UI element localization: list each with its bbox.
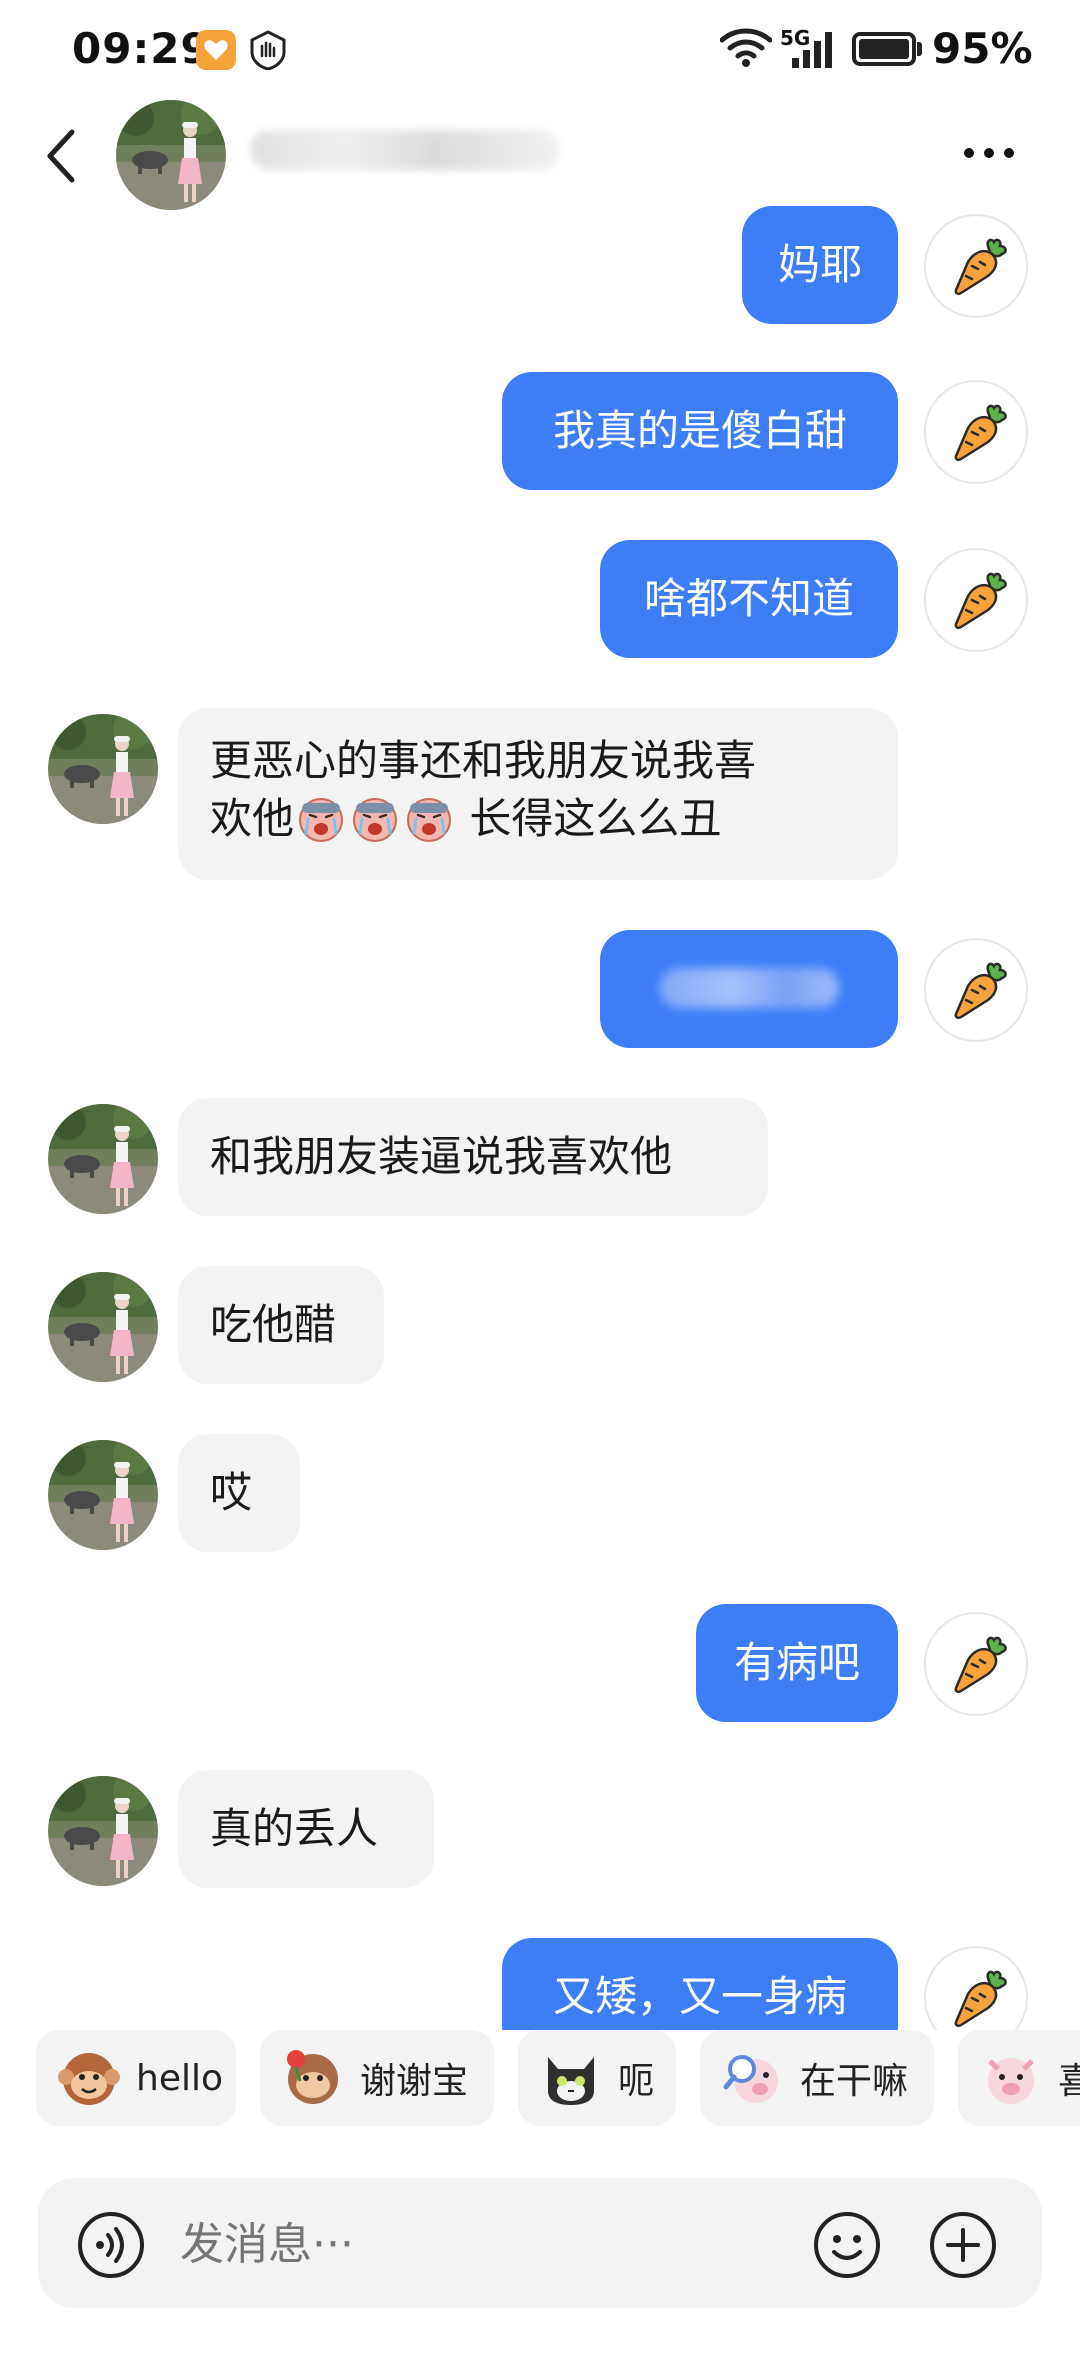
my-avatar-carrot-icon[interactable]: [924, 214, 1028, 318]
crying-emoji-icon: [350, 793, 400, 843]
contact-name-blurred[interactable]: [250, 130, 560, 170]
status-bar: 09:29 5G 95%: [0, 0, 1080, 100]
battery-percentage: 95%: [932, 24, 1033, 73]
contact-avatar[interactable]: [48, 714, 158, 824]
signal-icon: [790, 30, 836, 74]
crying-emoji-icon: [296, 793, 346, 843]
more-options-icon[interactable]: [964, 148, 1014, 158]
app-notification-icon: [196, 30, 236, 70]
hand-shield-icon: [248, 30, 288, 71]
my-avatar-carrot-icon[interactable]: [924, 938, 1028, 1042]
message-incoming[interactable]: 和我朋友装逼说我喜欢他: [178, 1098, 768, 1216]
message-outgoing[interactable]: 妈耶: [742, 206, 898, 324]
message-outgoing[interactable]: 啥都不知道: [600, 540, 898, 658]
voice-input-icon[interactable]: [76, 2210, 146, 2284]
quick-reply-what-doing[interactable]: 在干嘛: [700, 2030, 934, 2126]
message-outgoing[interactable]: 我真的是傻白甜: [502, 372, 898, 490]
contact-avatar[interactable]: [48, 1104, 158, 1214]
chat-header: [0, 100, 1080, 220]
message-outgoing-blurred[interactable]: [600, 930, 898, 1048]
quick-reply-like[interactable]: 喜: [958, 2030, 1080, 2126]
quick-reply-thanks[interactable]: 谢谢宝: [260, 2030, 494, 2126]
message-incoming[interactable]: 吃他醋: [178, 1266, 384, 1384]
contact-avatar[interactable]: [48, 1440, 158, 1550]
my-avatar-carrot-icon[interactable]: [924, 380, 1028, 484]
my-avatar-carrot-icon[interactable]: [924, 1612, 1028, 1716]
my-avatar-carrot-icon[interactable]: [924, 548, 1028, 652]
wifi-icon: [719, 28, 773, 72]
message-incoming[interactable]: 更恶心的事还和我朋友说我喜 欢他 长得这么么丑: [178, 708, 898, 880]
quick-reply-uh[interactable]: 呃: [518, 2030, 676, 2126]
message-incoming[interactable]: 真的丢人: [178, 1770, 434, 1888]
monkey-rose-emoji-icon: [287, 2050, 338, 2104]
message-incoming[interactable]: 哎: [178, 1434, 300, 1552]
contact-avatar[interactable]: [48, 1272, 158, 1382]
emoji-picker-icon[interactable]: [812, 2210, 882, 2284]
status-time: 09:29: [72, 24, 211, 73]
message-input[interactable]: [180, 2216, 780, 2272]
contact-avatar[interactable]: [48, 1776, 158, 1886]
monkey-emoji-icon: [58, 2053, 120, 2105]
quick-replies-bar: hello 谢谢宝 呃 在干嘛 喜: [0, 2030, 1080, 2130]
message-outgoing[interactable]: 有病吧: [696, 1604, 898, 1722]
crying-emoji-icon: [404, 793, 454, 843]
pig-emoji-icon: [988, 2058, 1034, 2104]
add-attachment-icon[interactable]: [928, 2210, 998, 2284]
quick-reply-hello[interactable]: hello: [36, 2030, 236, 2126]
contact-avatar[interactable]: [116, 100, 226, 210]
message-composer: [38, 2178, 1042, 2308]
pig-magnifier-emoji-icon: [723, 2055, 778, 2103]
cat-emoji-icon: [548, 2057, 594, 2105]
back-chevron-icon[interactable]: [46, 128, 76, 188]
battery-icon: [852, 32, 916, 66]
